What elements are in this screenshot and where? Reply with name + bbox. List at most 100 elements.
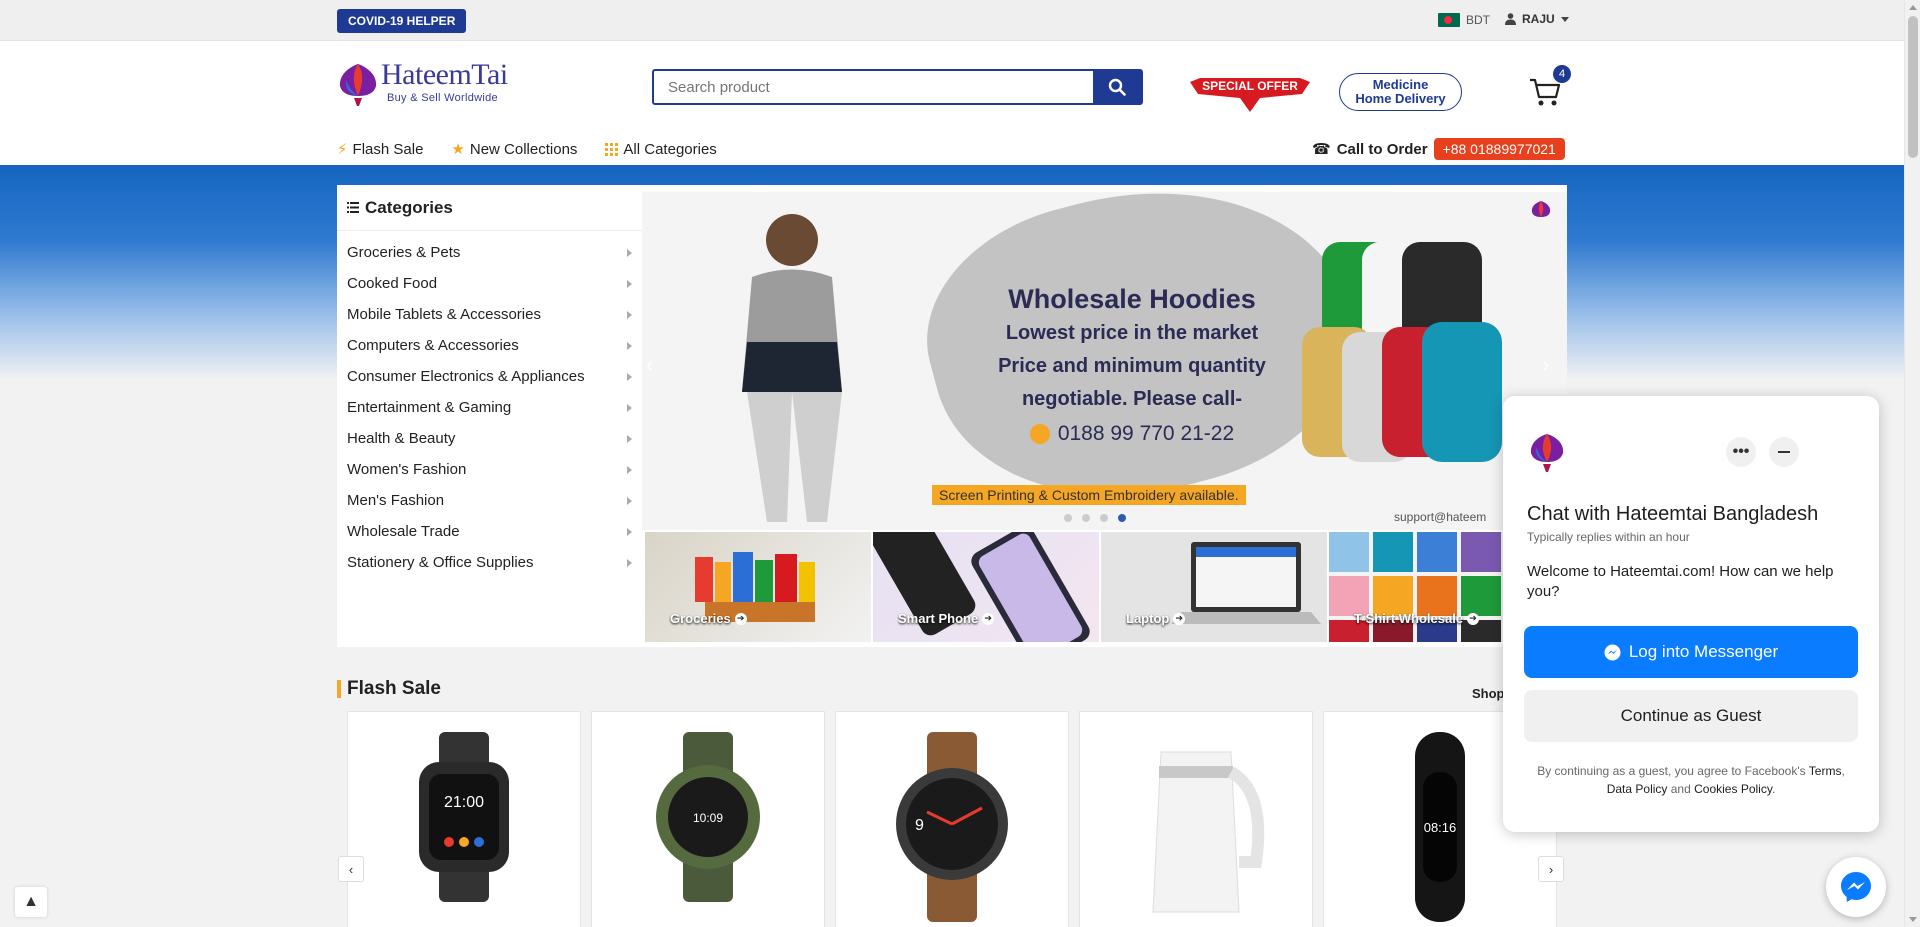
lightning-icon: ⚡ [337, 141, 348, 158]
special-offer-text: SPECIAL OFFER [1202, 79, 1298, 93]
nav-flash-sale[interactable]: ⚡ Flash Sale [337, 140, 424, 159]
terms-link[interactable]: Terms [1809, 764, 1842, 778]
category-label: Mobile Tablets & Accessories [347, 306, 541, 323]
product-card[interactable]: 10:09 [591, 711, 825, 927]
category-label: Computers & Accessories [347, 337, 519, 354]
category-item[interactable]: Women's Fashion [337, 454, 642, 485]
list-icon [347, 202, 359, 213]
hero-panel: Categories Groceries & Pets Cooked Food … [337, 185, 1567, 647]
slider-dot[interactable] [1100, 514, 1108, 522]
chat-title: Chat with Hateemtai Bangladesh [1527, 503, 1819, 525]
category-label: Cooked Food [347, 275, 438, 292]
category-item[interactable]: Wholesale Trade [337, 516, 642, 547]
flash-sale-title-text: Flash Sale [347, 678, 441, 699]
products-next-button[interactable]: › [1538, 856, 1564, 882]
category-label: Consumer Electronics & Appliances [347, 368, 585, 385]
fitness-band-photo: 08:16 [1415, 732, 1465, 922]
slider-dot[interactable] [1082, 514, 1090, 522]
category-item[interactable]: Men's Fashion [337, 485, 642, 516]
search-button[interactable] [1093, 71, 1141, 103]
site-logo[interactable]: HateemTai Buy & Sell Worldwide [337, 58, 522, 110]
category-item[interactable]: Consumer Electronics & Appliances [337, 361, 642, 392]
caret-down-icon [1560, 16, 1569, 22]
banner-strip: Screen Printing & Custom Embroidery avai… [932, 485, 1246, 505]
grid-icon [605, 142, 619, 156]
arrow-right-circle-icon: ➔ [734, 612, 747, 625]
chevron-right-icon [627, 403, 632, 412]
scroll-down-arrow-icon[interactable] [1909, 917, 1917, 922]
banner-copy: Wholesale Hoodies Lowest price in the ma… [942, 284, 1322, 446]
tile-smart-phone[interactable]: Smart Phone ➔ [873, 532, 1099, 642]
category-item[interactable]: Groceries & Pets [337, 237, 642, 268]
search-icon [1108, 78, 1126, 96]
tile-label-text: Laptop [1126, 611, 1170, 626]
search-bar [652, 69, 1143, 105]
hoodies-photo [1302, 242, 1502, 462]
chevron-up-icon: ▲ [23, 893, 39, 910]
chevron-right-icon [627, 279, 632, 288]
chat-minimize-button[interactable] [1769, 437, 1799, 467]
category-item[interactable]: Cooked Food [337, 268, 642, 299]
top-utility-bar: COVID-19 HELPER BDT RAJU [0, 0, 1904, 41]
messenger-chat-widget: ••• Chat with Hateemtai Bangladesh Typic… [1503, 396, 1879, 832]
phone-number-button[interactable]: +88 01889977021 [1433, 138, 1565, 160]
category-item[interactable]: Mobile Tablets & Accessories [337, 299, 642, 330]
banner-support-email: support@hateem [1394, 510, 1487, 524]
nav-flash-sale-label: Flash Sale [352, 140, 424, 158]
chat-subtitle: Typically replies within an hour [1527, 530, 1690, 544]
log-into-messenger-button[interactable]: Log into Messenger [1524, 626, 1858, 678]
shop-all-link[interactable]: Shop [1472, 686, 1505, 701]
chevron-right-icon [627, 372, 632, 381]
category-item[interactable]: Stationery & Office Supplies [337, 547, 642, 578]
svg-text:21:00: 21:00 [444, 794, 484, 811]
category-label: Stationery & Office Supplies [347, 554, 534, 571]
category-label: Men's Fashion [347, 492, 445, 509]
continue-as-guest-button[interactable]: Continue as Guest [1524, 690, 1858, 742]
category-tiles: Groceries ➔ Smart Phone ➔ Laptop ➔ T-Shi… [645, 532, 1567, 642]
slider-dot[interactable] [1064, 514, 1072, 522]
tile-label-text: Smart Phone [898, 611, 979, 626]
smartwatch-photo: 21:00 [419, 732, 509, 902]
special-offer-badge[interactable]: SPECIAL OFFER [1190, 72, 1310, 114]
data-policy-link[interactable]: Data Policy [1607, 782, 1668, 796]
nav-all-categories[interactable]: All Categories [605, 140, 717, 158]
nav-new-collections-label: New Collections [469, 140, 578, 158]
hero-banner-slide[interactable]: Wholesale Hoodies Lowest price in the ma… [642, 192, 1567, 530]
category-item[interactable]: Computers & Accessories [337, 330, 642, 361]
svg-text:10:09: 10:09 [693, 811, 723, 825]
tile-groceries[interactable]: Groceries ➔ [645, 532, 871, 642]
scroll-to-top-button[interactable]: ▲ [15, 887, 47, 917]
product-card[interactable]: 21:00 [347, 711, 581, 927]
flash-sale-title: Flash Sale [337, 678, 441, 700]
slider-dot-active[interactable] [1118, 514, 1126, 522]
search-input[interactable] [654, 71, 1093, 103]
medicine-delivery-button[interactable]: Medicine Home Delivery [1339, 73, 1462, 111]
covid-helper-button[interactable]: COVID-19 HELPER [337, 9, 467, 33]
slider-next-arrow[interactable]: › [1542, 352, 1549, 378]
currency-selector[interactable]: BDT [1438, 13, 1490, 27]
chevron-right-icon [627, 496, 632, 505]
banner-line3: negotiable. Please call- [1021, 388, 1243, 410]
slider-prev-arrow[interactable]: ‹ [646, 352, 653, 378]
messenger-launcher-button[interactable] [1826, 857, 1886, 917]
flash-sale-products: 21:00 10:09 9 08:16 [347, 711, 1557, 927]
legal-end: . [1771, 782, 1776, 796]
nav-all-categories-label: All Categories [623, 140, 717, 158]
tile-label: Laptop ➔ [1126, 611, 1186, 626]
tile-label: Smart Phone ➔ [898, 611, 995, 626]
page-scrollbar[interactable] [1904, 0, 1920, 927]
cookies-policy-link[interactable]: Cookies Policy [1694, 782, 1772, 796]
tile-laptop[interactable]: Laptop ➔ [1101, 532, 1327, 642]
scroll-thumb[interactable] [1908, 16, 1918, 158]
products-prev-button[interactable]: ‹ [338, 856, 364, 882]
category-item[interactable]: Entertainment & Gaming [337, 392, 642, 423]
chat-legal-notice: By continuing as a guest, you agree to F… [1523, 762, 1859, 798]
category-item[interactable]: Health & Beauty [337, 423, 642, 454]
scroll-up-arrow-icon[interactable] [1909, 5, 1917, 10]
product-card[interactable]: 9 [835, 711, 1069, 927]
user-menu[interactable]: RAJU [1505, 12, 1569, 26]
svg-text:9: 9 [915, 817, 924, 834]
nav-new-collections[interactable]: ★ New Collections [451, 140, 578, 159]
product-card[interactable] [1079, 711, 1313, 927]
chat-more-options-button[interactable]: ••• [1726, 437, 1756, 467]
